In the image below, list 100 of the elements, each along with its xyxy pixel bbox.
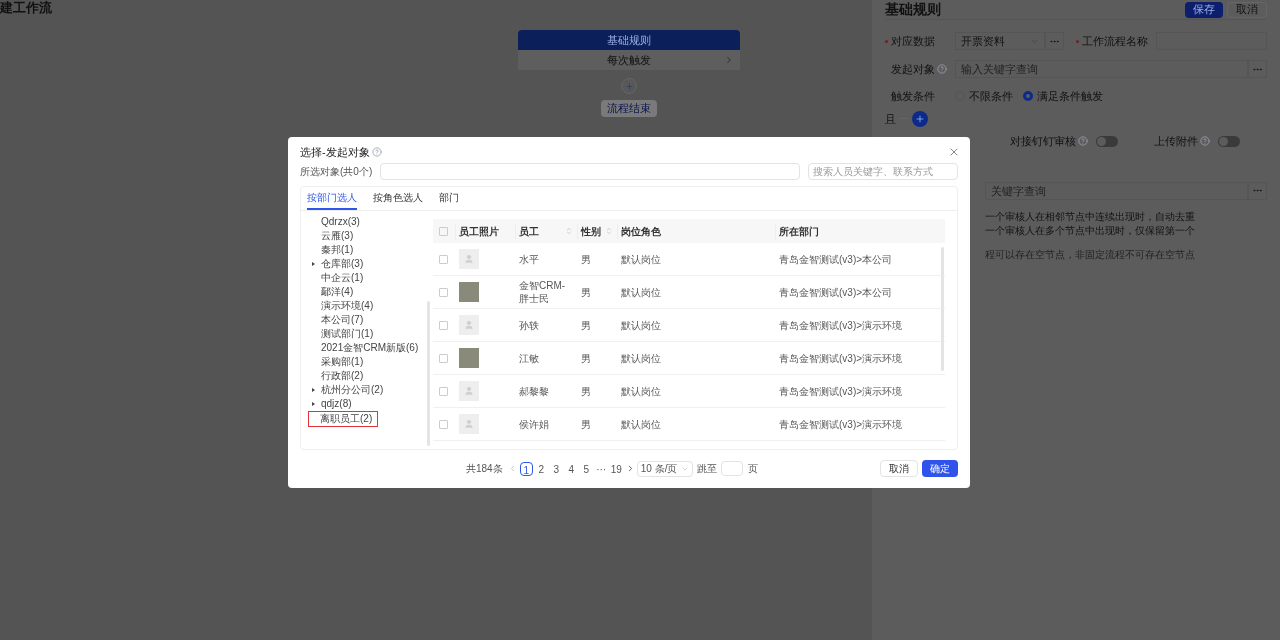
- employee-name: 侯许娟: [518, 417, 550, 431]
- page-button[interactable]: ···: [594, 461, 608, 476]
- chevron-icon: [724, 55, 734, 65]
- role-cell-text: 默认岗位: [620, 417, 662, 432]
- department-cell-text: 青岛金智测试(v3)>本公司: [778, 285, 894, 300]
- person-icon: [464, 386, 474, 396]
- jump-label: 跳至: [696, 462, 717, 476]
- department-item[interactable]: 杭州分公司(2): [309, 383, 419, 397]
- department-item[interactable]: 中企云(1): [309, 271, 419, 285]
- field-label: 发起对象: [885, 60, 955, 78]
- tab[interactable]: 按部门选人: [307, 190, 357, 210]
- toggle-switch[interactable]: [1096, 135, 1118, 147]
- column-header: 岗位角色: [621, 224, 661, 239]
- save-button[interactable]: 保存: [1185, 1, 1223, 18]
- tab[interactable]: 按角色选人: [373, 190, 423, 210]
- gender-cell-text: 男: [580, 417, 592, 432]
- employee-name: 郝黎黎: [518, 384, 550, 398]
- field-label: 工作流程名称: [1076, 32, 1156, 50]
- department-item[interactable]: 行政部(2): [309, 369, 419, 383]
- department-item[interactable]: 鄢洋(4): [309, 285, 419, 299]
- department-item[interactable]: Qdrzx(3): [309, 215, 419, 229]
- department-item[interactable]: 云雁(3): [309, 229, 419, 243]
- tab[interactable]: 部门: [439, 190, 459, 210]
- department-item[interactable]: 秦邦(1): [309, 243, 419, 257]
- help-icon: [1078, 136, 1088, 147]
- row-checkbox[interactable]: [439, 320, 448, 330]
- page-size-select[interactable]: 10 条/页: [636, 460, 693, 477]
- employee-name: 江敏: [518, 351, 540, 365]
- role-cell-text: 默认岗位: [620, 384, 662, 399]
- sort-icon[interactable]: [565, 227, 573, 235]
- role-cell-text: 默认岗位: [620, 318, 662, 333]
- role-cell-text: 默认岗位: [620, 351, 662, 366]
- add-node-button[interactable]: [621, 78, 637, 94]
- column-header: 性别: [581, 224, 601, 239]
- expand-caret-icon[interactable]: [312, 262, 315, 266]
- jump-field[interactable]: [720, 461, 743, 476]
- plus-icon: [915, 113, 925, 124]
- employee-name: 水平: [518, 252, 540, 266]
- employee-name: 孙轶: [518, 318, 540, 332]
- add-condition-button[interactable]: [912, 110, 928, 127]
- cancel-button[interactable]: 取消: [880, 460, 918, 477]
- more-button[interactable]: [1045, 32, 1064, 50]
- page-button[interactable]: 5: [579, 461, 593, 476]
- confirm-button[interactable]: 确定: [922, 460, 958, 477]
- help-icon: [371, 147, 382, 157]
- more-button[interactable]: [1248, 181, 1267, 200]
- department-item[interactable]: 2021金智CRM新版(6): [309, 341, 419, 355]
- column-header: 员工: [519, 224, 539, 239]
- help-icon: [1200, 136, 1210, 147]
- selected-label: 所选对象(共0个): [300, 165, 374, 179]
- department-item[interactable]: 测试部门(1): [309, 327, 419, 341]
- row-checkbox[interactable]: [439, 254, 448, 264]
- person-icon: [464, 320, 474, 330]
- gender-cell-text: 男: [580, 351, 592, 366]
- toggle-switch[interactable]: [1218, 135, 1240, 147]
- modal-title: 选择-发起对象: [300, 144, 370, 160]
- end-node: 流程结束: [601, 100, 657, 117]
- gender-cell-text: 男: [580, 318, 592, 333]
- node-header[interactable]: 基础规则: [518, 30, 740, 50]
- search-field[interactable]: 搜索人员关键字、联系方式: [808, 163, 958, 180]
- select-all-checkbox[interactable]: [439, 226, 448, 236]
- expand-caret-icon[interactable]: [312, 402, 315, 406]
- department-item[interactable]: 本公司(7): [309, 313, 419, 327]
- switch-label: 对接钉钉审核: [1010, 133, 1088, 150]
- page-button[interactable]: 1: [519, 461, 533, 476]
- gender-cell-text: 男: [580, 285, 592, 300]
- department-item[interactable]: 演示环境(4): [309, 299, 419, 313]
- and-label: 且: [885, 111, 896, 127]
- selected-field[interactable]: [380, 163, 800, 180]
- department-item[interactable]: 仓库部(3): [309, 257, 419, 271]
- page-button[interactable]: 2: [534, 461, 548, 476]
- department-cell-text: 青岛金智测试(v3)>演示环境: [778, 318, 904, 333]
- department-item[interactable]: qdjz(8): [309, 397, 419, 411]
- row-checkbox[interactable]: [439, 419, 448, 429]
- help-icon: [937, 64, 947, 74]
- page-button[interactable]: 19: [609, 461, 623, 476]
- employee-name: 金智CRM-胖士民: [518, 279, 567, 305]
- row-checkbox[interactable]: [439, 353, 448, 363]
- department-cell-text: 青岛金智测试(v3)>演示环境: [778, 417, 904, 432]
- field-label: 对应数据: [885, 32, 955, 50]
- role-cell-text: 默认岗位: [620, 252, 662, 267]
- row-checkbox[interactable]: [439, 287, 448, 297]
- role-cell-text: 默认岗位: [620, 285, 662, 300]
- column-header: 员工照片: [459, 224, 499, 239]
- gender-cell-text: 男: [580, 384, 592, 399]
- person-icon: [464, 254, 474, 264]
- plus-icon: [624, 81, 634, 91]
- more-button[interactable]: [1248, 60, 1267, 78]
- sort-icon[interactable]: [605, 227, 613, 235]
- total-count: 共184条: [466, 462, 503, 476]
- department-cell-text: 青岛金智测试(v3)>本公司: [778, 252, 894, 267]
- page-button[interactable]: 4: [564, 461, 578, 476]
- expand-caret-icon[interactable]: [312, 388, 315, 392]
- switch-label: 上传附件: [1154, 133, 1210, 150]
- department-item[interactable]: 采购部(1): [309, 355, 419, 369]
- page-unit: 页: [747, 462, 758, 476]
- row-checkbox[interactable]: [439, 386, 448, 396]
- department-item[interactable]: 离职员工(2): [308, 411, 378, 427]
- page-button[interactable]: 3: [549, 461, 563, 476]
- close-icon[interactable]: [948, 146, 960, 158]
